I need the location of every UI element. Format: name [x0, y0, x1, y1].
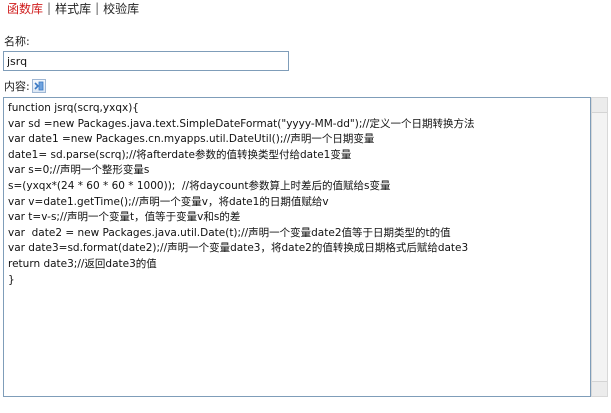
library-tabs: 函数库 | 样式库 | 校验库 [0, 0, 142, 16]
function-content-editor[interactable]: function jsrq(scrq,yxqx){ var sd =new Pa… [3, 97, 591, 397]
tab-function-library[interactable]: 函数库 [4, 0, 46, 17]
code-line: } [8, 273, 15, 286]
insert-function-icon[interactable] [31, 79, 46, 93]
code-line: function jsrq(scrq,yxqx){ [8, 102, 139, 114]
code-line: var t=v-s;//声明一个变量t，值等于变量v和s的差 [8, 211, 241, 224]
code-line: var date3=sd.format(date2);//声明一个变量date3… [8, 242, 469, 255]
scroll-up-button[interactable] [592, 98, 607, 113]
name-label: 名称: [4, 35, 30, 48]
editor-scrollbar[interactable] [591, 97, 608, 397]
name-input[interactable] [3, 51, 289, 71]
code-line: var date1 =new Packages.cn.myapps.util.D… [8, 133, 375, 146]
code-line: var date2 = new Packages.java.util.Date(… [8, 226, 451, 239]
code-line: var v=date1.getTime();//声明一个变量v，将date1的日… [8, 195, 329, 208]
code-line: var s=0;//声明一个整形变量s [8, 164, 150, 177]
code-line: return date3;//返回date3的值 [8, 257, 157, 270]
content-label-row: 内容: [4, 78, 46, 94]
code-line: s=(yxqx*(24 * 60 * 60 * 1000)); //将dayco… [8, 179, 391, 192]
tab-style-library[interactable]: 样式库 [52, 0, 94, 17]
content-label: 内容: [4, 80, 30, 93]
code-line: date1= sd.parse(scrq);//将afterdate参数的值转换… [8, 148, 352, 161]
tab-validation-library[interactable]: 校验库 [100, 0, 142, 17]
scroll-down-button[interactable] [592, 381, 607, 396]
code-line: var sd =new Packages.java.text.SimpleDat… [8, 117, 475, 130]
